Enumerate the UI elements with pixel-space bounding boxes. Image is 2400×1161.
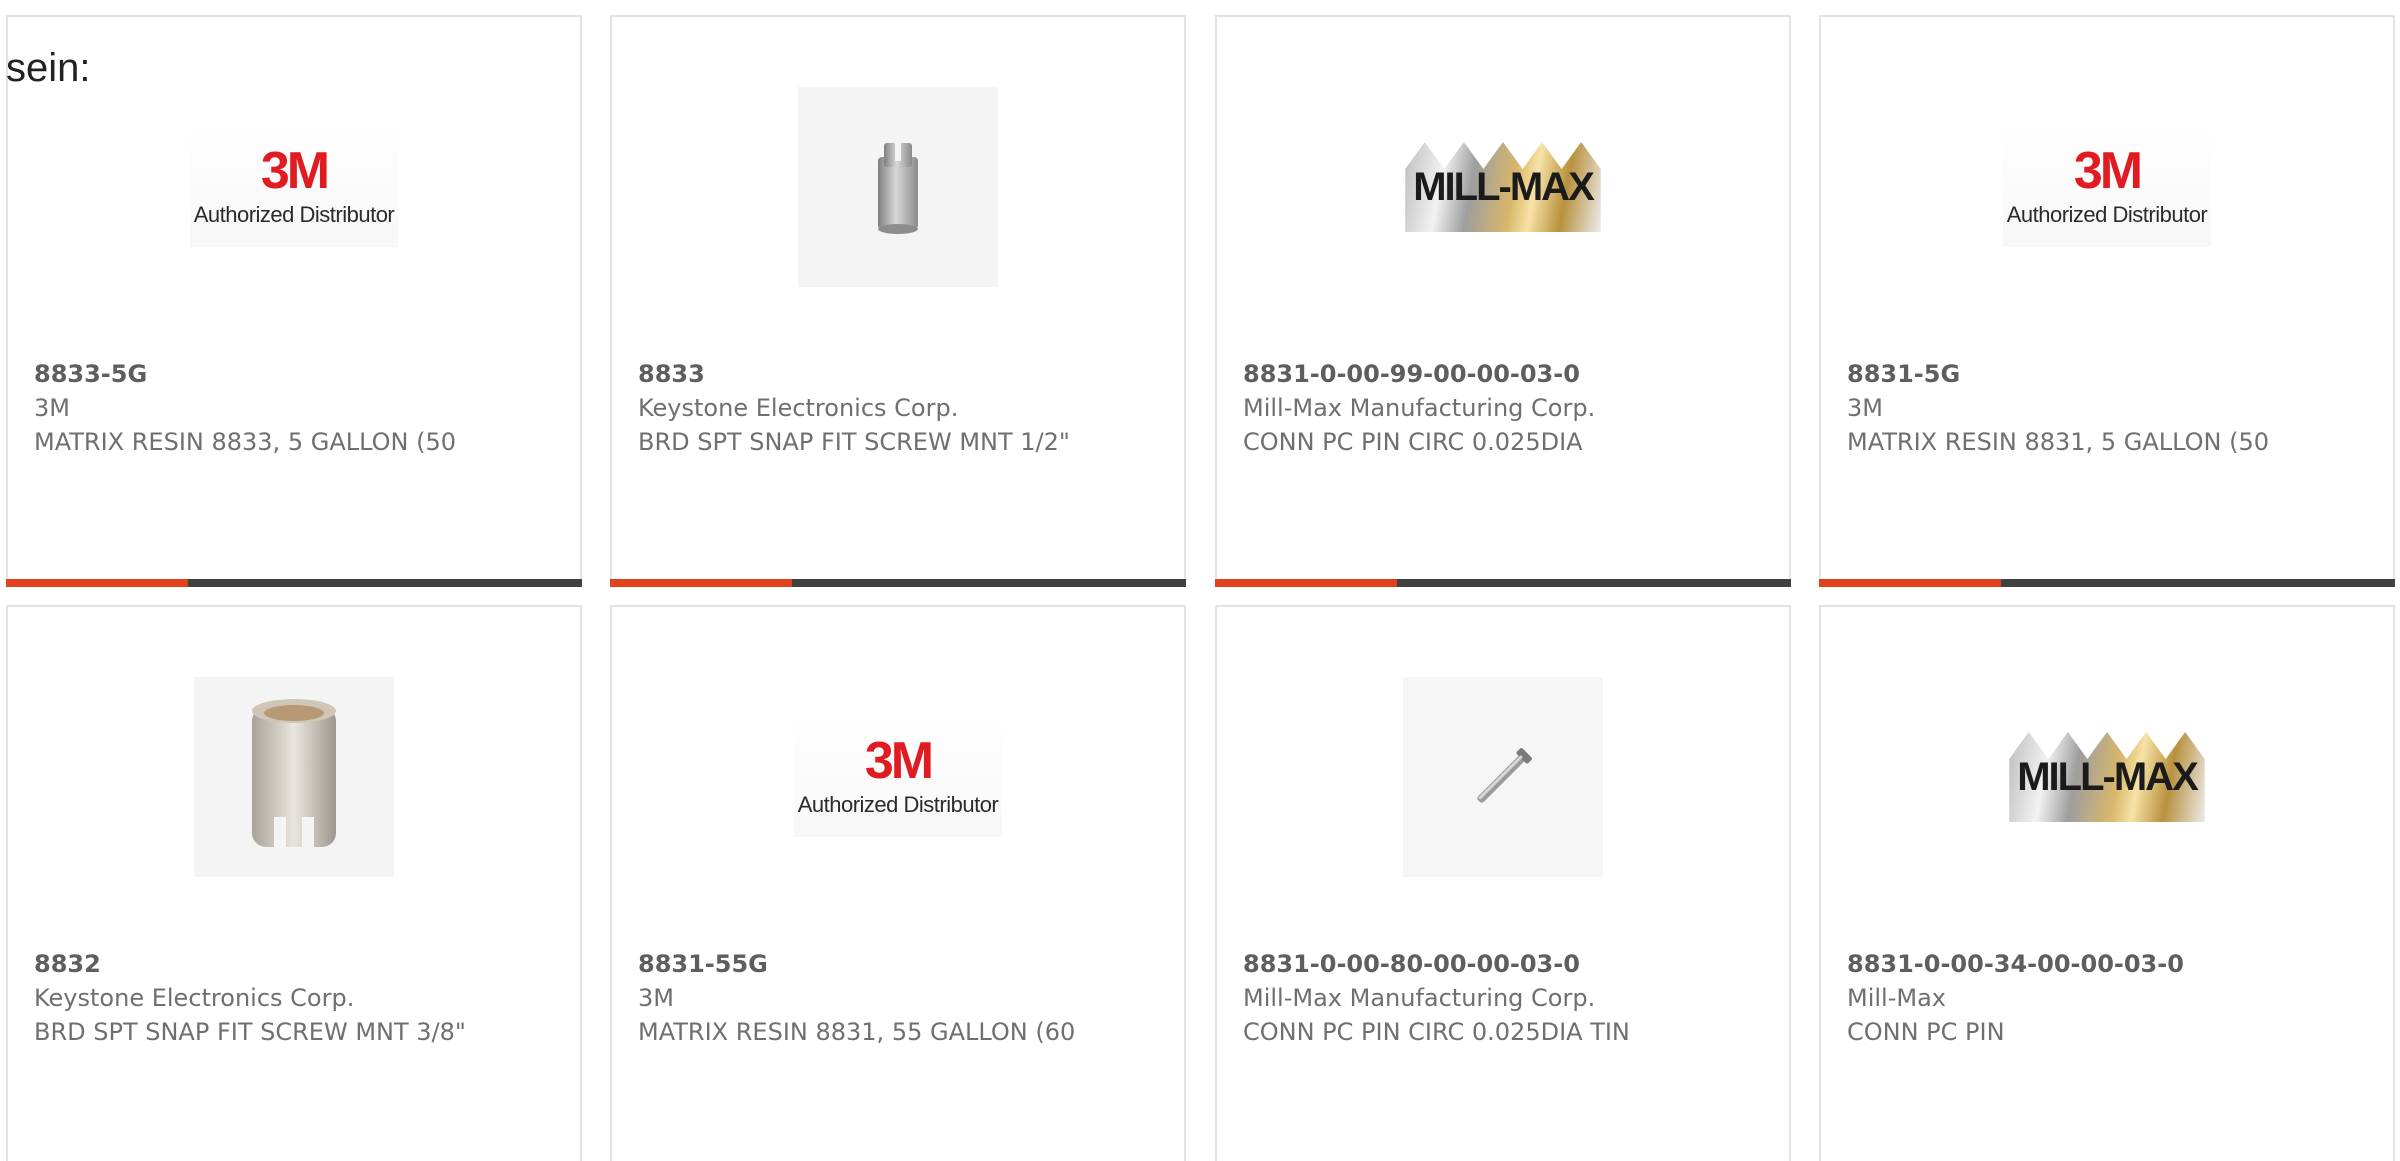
product-card[interactable]: 3M Authorized Distributor 8833-5G 3M MAT… (6, 15, 582, 587)
product-card[interactable]: 8831-0-00-80-00-00-03-0 Mill-Max Manufac… (1215, 605, 1791, 1161)
part-number-link[interactable]: 8831-0-00-34-00-00-03-0 (1847, 947, 2377, 981)
mill-max-logo-icon: MILL-MAX (1399, 127, 1607, 247)
mill-max-logo-icon: MILL-MAX (2003, 717, 2211, 837)
card-accent-fill (1215, 579, 1397, 587)
intro-text: sein: (6, 46, 91, 90)
card-accent-bar (1215, 579, 1791, 587)
product-image[interactable]: MILL-MAX (2003, 673, 2211, 881)
product-description: BRD SPT SNAP FIT SCREW MNT 3/8" (34, 1018, 466, 1046)
product-details: 8831-0-00-99-00-00-03-0 Mill-Max Manufac… (1243, 357, 1773, 459)
manufacturer-name: Mill-Max Manufacturing Corp. (1243, 984, 1596, 1012)
logo-mark: 3M (2073, 142, 2143, 200)
product-details: 8833 Keystone Electronics Corp. BRD SPT … (638, 357, 1168, 459)
manufacturer-name: Keystone Electronics Corp. (34, 984, 355, 1012)
product-card[interactable]: 8832 Keystone Electronics Corp. BRD SPT … (6, 605, 582, 1161)
part-number-link[interactable]: 8833-5G (34, 357, 564, 391)
product-description: MATRIX RESIN 8831, 5 GALLON (50 (1847, 428, 2269, 456)
product-card[interactable]: MILL-MAX 8831-0-00-99-00-00-03-0 Mill-Ma… (1215, 15, 1791, 587)
manufacturer-name: Mill-Max Manufacturing Corp. (1243, 394, 1596, 422)
product-details: 8831-55G 3M MATRIX RESIN 8831, 55 GALLON… (638, 947, 1168, 1049)
product-image[interactable]: 3M Authorized Distributor (2003, 83, 2211, 291)
product-details: 8831-5G 3M MATRIX RESIN 8831, 5 GALLON (… (1847, 357, 2377, 459)
card-accent-fill (6, 579, 188, 587)
logo-mark: MILL-MAX (1405, 142, 1601, 232)
product-image[interactable] (794, 83, 1002, 291)
part-number-link[interactable]: 8831-0-00-80-00-00-03-0 (1243, 947, 1773, 981)
product-description: BRD SPT SNAP FIT SCREW MNT 1/2" (638, 428, 1070, 456)
part-number-link[interactable]: 8831-55G (638, 947, 1168, 981)
card-accent-bar (610, 579, 1186, 587)
part-number-link[interactable]: 8831-5G (1847, 357, 2377, 391)
snap-fit-screw-mount-icon (798, 87, 998, 287)
product-image[interactable]: MILL-MAX (1399, 83, 1607, 291)
manufacturer-name: Mill-Max (1847, 984, 1946, 1012)
3m-logo-icon: 3M Authorized Distributor (190, 127, 398, 247)
product-card[interactable]: MILL-MAX 8831-0-00-34-00-00-03-0 Mill-Ma… (1819, 605, 2395, 1161)
product-grid-page: sein: 3M Authorized Distributor 8833-5G … (0, 0, 2400, 1161)
card-accent-fill (610, 579, 792, 587)
part-number-link[interactable]: 8832 (34, 947, 564, 981)
logo-tagline: Authorized Distributor (2006, 202, 2208, 227)
product-card[interactable]: 3M Authorized Distributor 8831-5G 3M MAT… (1819, 15, 2395, 587)
product-description: CONN PC PIN CIRC 0.025DIA (1243, 428, 1583, 456)
pc-pin-icon (1403, 677, 1603, 877)
product-description: CONN PC PIN (1847, 1018, 2005, 1046)
manufacturer-name: 3M (34, 394, 70, 422)
card-accent-bar (6, 579, 582, 587)
product-image[interactable] (190, 673, 398, 881)
product-details: 8831-0-00-80-00-00-03-0 Mill-Max Manufac… (1243, 947, 1773, 1049)
logo-mark: MILL-MAX (2009, 732, 2205, 822)
product-details: 8832 Keystone Electronics Corp. BRD SPT … (34, 947, 564, 1049)
logo-tagline: Authorized Distributor (193, 202, 395, 227)
product-details: 8831-0-00-34-00-00-03-0 Mill-Max CONN PC… (1847, 947, 2377, 1049)
part-number-link[interactable]: 8833 (638, 357, 1168, 391)
logo-mark: 3M (864, 732, 934, 790)
product-image[interactable]: 3M Authorized Distributor (190, 83, 398, 291)
3m-logo-icon: 3M Authorized Distributor (2003, 127, 2211, 247)
card-accent-fill (1819, 579, 2001, 587)
product-details: 8833-5G 3M MATRIX RESIN 8833, 5 GALLON (… (34, 357, 564, 459)
logo-tagline: Authorized Distributor (797, 792, 999, 817)
product-image[interactable]: 3M Authorized Distributor (794, 673, 1002, 881)
3m-logo-icon: 3M Authorized Distributor (794, 717, 1002, 837)
product-description: CONN PC PIN CIRC 0.025DIA TIN (1243, 1018, 1630, 1046)
manufacturer-name: Keystone Electronics Corp. (638, 394, 959, 422)
product-card[interactable]: 3M Authorized Distributor 8831-55G 3M MA… (610, 605, 1186, 1161)
product-card[interactable]: 8833 Keystone Electronics Corp. BRD SPT … (610, 15, 1186, 587)
product-image[interactable] (1399, 673, 1607, 881)
card-accent-bar (1819, 579, 2395, 587)
part-number-link[interactable]: 8831-0-00-99-00-00-03-0 (1243, 357, 1773, 391)
manufacturer-name: 3M (638, 984, 674, 1012)
snap-fit-screw-mount-icon (194, 677, 394, 877)
logo-mark: 3M (260, 142, 330, 200)
product-description: MATRIX RESIN 8833, 5 GALLON (50 (34, 428, 456, 456)
manufacturer-name: 3M (1847, 394, 1883, 422)
product-description: MATRIX RESIN 8831, 55 GALLON (60 (638, 1018, 1076, 1046)
